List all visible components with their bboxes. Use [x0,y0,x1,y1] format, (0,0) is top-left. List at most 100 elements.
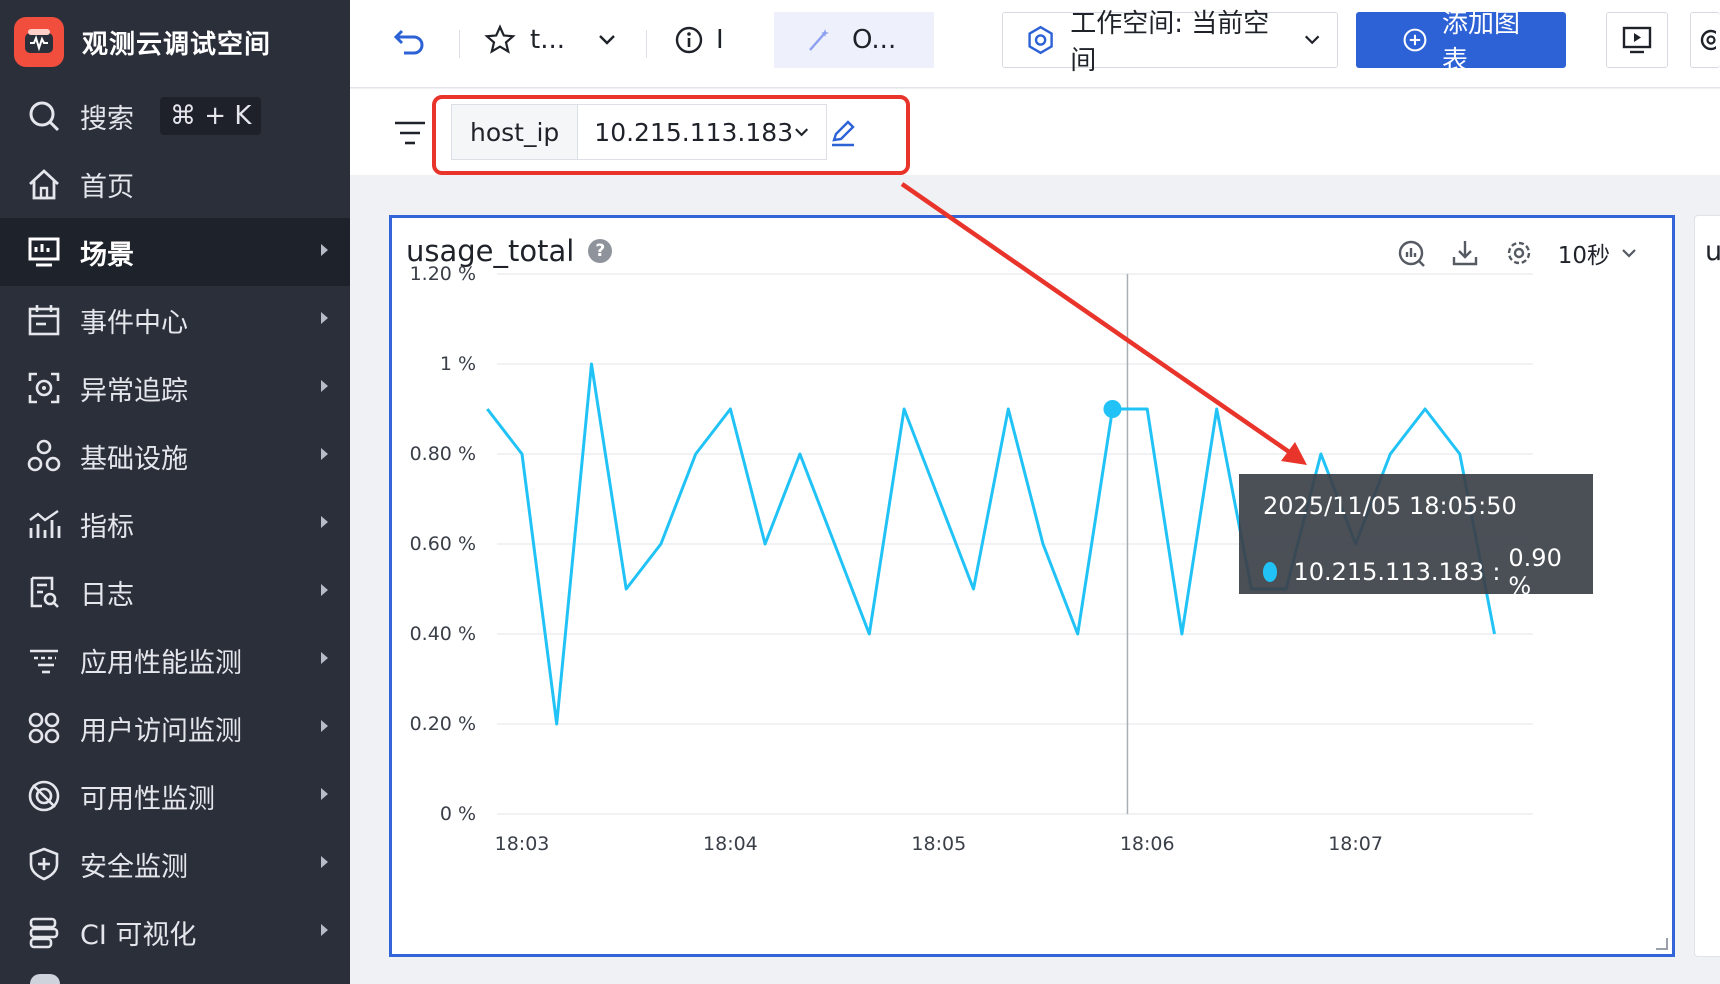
apm-icon [26,642,62,678]
star-icon [484,24,516,54]
back-button[interactable] [392,12,426,68]
undo-icon [393,29,424,55]
x-tick-label: 18:07 [1328,833,1383,855]
variable-value-select[interactable]: 10.215.113.183 [578,105,826,159]
data-point [1075,631,1081,637]
data-point [797,451,803,457]
chevron-right-icon [321,448,328,460]
toolbar-divider [646,30,647,58]
add-chart-button[interactable]: 添加图表 [1356,9,1566,76]
sidebar-item-label: CI 可视化 [80,919,197,951]
data-point [1005,406,1011,412]
home-icon [26,166,62,202]
chevron-right-icon [321,516,328,528]
data-point [588,361,594,367]
metrics-icon [26,506,62,542]
sidebar-item-shield[interactable]: 安全监测 [0,830,350,898]
workspace-brand[interactable]: 观测云调试空间 [14,16,271,68]
chevron-right-icon [321,924,328,936]
edit-pencil-icon[interactable] [828,118,858,148]
dashboard-name-selector[interactable]: t... [484,12,617,68]
sidebar-item-home[interactable]: 首页 [0,150,350,218]
tab-label: O... [852,25,897,55]
data-point [1457,451,1463,457]
sidebar-item-calendar[interactable]: 事件中心 [0,286,350,354]
chevron-right-icon [321,652,328,664]
toolbar-divider [459,30,460,58]
sidebar-item-rum[interactable]: 用户访问监测 [0,694,350,762]
log-icon [26,574,62,610]
y-tick-label: 0.60 % [410,533,476,555]
gear-icon [1700,29,1716,51]
filter-lines-icon[interactable] [392,118,428,148]
tooltip-separator: : [1492,558,1501,586]
data-point [1144,406,1150,412]
sidebar-item-label: 应用性能监测 [80,647,242,679]
data-point [554,721,560,727]
host-ip-variable: host_ip 10.215.113.183 [451,104,828,160]
chevron-right-icon [321,788,328,800]
data-point [971,586,977,592]
settings-button[interactable] [1690,12,1720,68]
chart-2-title: u [1705,236,1720,267]
data-point [1387,451,1393,457]
dashboard-info-label: I [716,25,724,55]
series-color-dot [1263,562,1278,582]
brand-logo-icon [14,17,64,67]
workspace-hexagon-icon [1028,25,1053,55]
sidebar-item-label: 基础设施 [80,443,188,475]
x-tick-label: 18:04 [703,833,758,855]
data-point [484,406,490,412]
sidebar-item-partial [30,974,60,984]
data-point [866,631,872,637]
sidebar-item-metrics[interactable]: 指标 [0,490,350,558]
variable-name-label: host_ip [452,105,579,159]
sidebar-item-label: 首页 [80,171,134,203]
variable-value: 10.215.113.183 [594,117,794,147]
sidebar-item-list: 首页场景事件中心异常追踪基础设施指标日志应用性能监测 用户访问监测 可用性监测安全监… [0,150,350,966]
sidebar-item-dashboard[interactable]: 场景 [0,218,350,286]
app-root: 观测云调试空间 搜索 ⌘ + K 首页场景事件中心异常追踪基础设施指标日志应用性… [0,0,1720,984]
x-tick-label: 18:06 [1120,833,1175,855]
sidebar-item-availability[interactable]: 可用性监测 [0,762,350,830]
chevron-right-icon [321,380,328,392]
chevron-right-icon [321,584,328,596]
y-tick-label: 0.20 % [410,713,476,735]
sidebar-item-label: 搜索 [80,103,134,135]
sidebar-item-label: 场景 [80,239,134,271]
data-point [1318,451,1324,457]
add-chart-label: 添加图表 [1441,9,1520,76]
chevron-right-icon [321,720,328,732]
fullscreen-button[interactable] [1606,12,1668,68]
chevron-right-icon [321,244,328,256]
search-shortcut-badge: ⌘ + K [160,97,262,135]
sidebar-item-label: 异常追踪 [80,375,188,407]
plus-circle-icon [1403,28,1427,52]
sidebar: 观测云调试空间 搜索 ⌘ + K 首页场景事件中心异常追踪基础设施指标日志应用性… [0,0,350,984]
chart-card-2[interactable]: u [1694,215,1720,957]
data-point [1040,541,1046,547]
sidebar-item-infrastructure[interactable]: 基础设施 [0,422,350,490]
data-point [1179,631,1185,637]
tooltip-series-name: 10.215.113.183 [1293,558,1485,586]
sidebar-item-search[interactable]: 搜索 ⌘ + K [0,82,350,150]
resize-handle[interactable] [1656,938,1668,950]
tooltip-time: 2025/11/05 18:05:50 [1263,492,1517,520]
sidebar-item-log[interactable]: 日志 [0,558,350,626]
chevron-right-icon [321,856,328,868]
dashboard-info-button[interactable]: I [674,12,724,68]
sidebar-item-label: 用户访问监测 [80,715,242,747]
dashboard-name: t... [530,25,565,55]
workspace-selector[interactable]: 工作空间: 当前空间 [1002,9,1338,76]
x-tick-label: 18:05 [911,833,966,855]
sidebar-item-label: 可用性监测 [80,783,215,815]
y-tick-label: 0.80 % [410,443,476,465]
data-point [693,451,699,457]
tab-active-view[interactable]: O... [774,12,934,68]
chevron-down-icon [599,35,615,45]
sidebar-item-ci[interactable]: CI 可视化 [0,898,350,966]
sidebar-item-label: 指标 [80,511,134,543]
chart-tooltip: 2025/11/05 18:05:50 10.215.113.183 : 0.9… [1239,474,1593,600]
sidebar-item-apm[interactable]: 应用性能监测 [0,626,350,694]
sidebar-item-issue-tracking[interactable]: 异常追踪 [0,354,350,422]
